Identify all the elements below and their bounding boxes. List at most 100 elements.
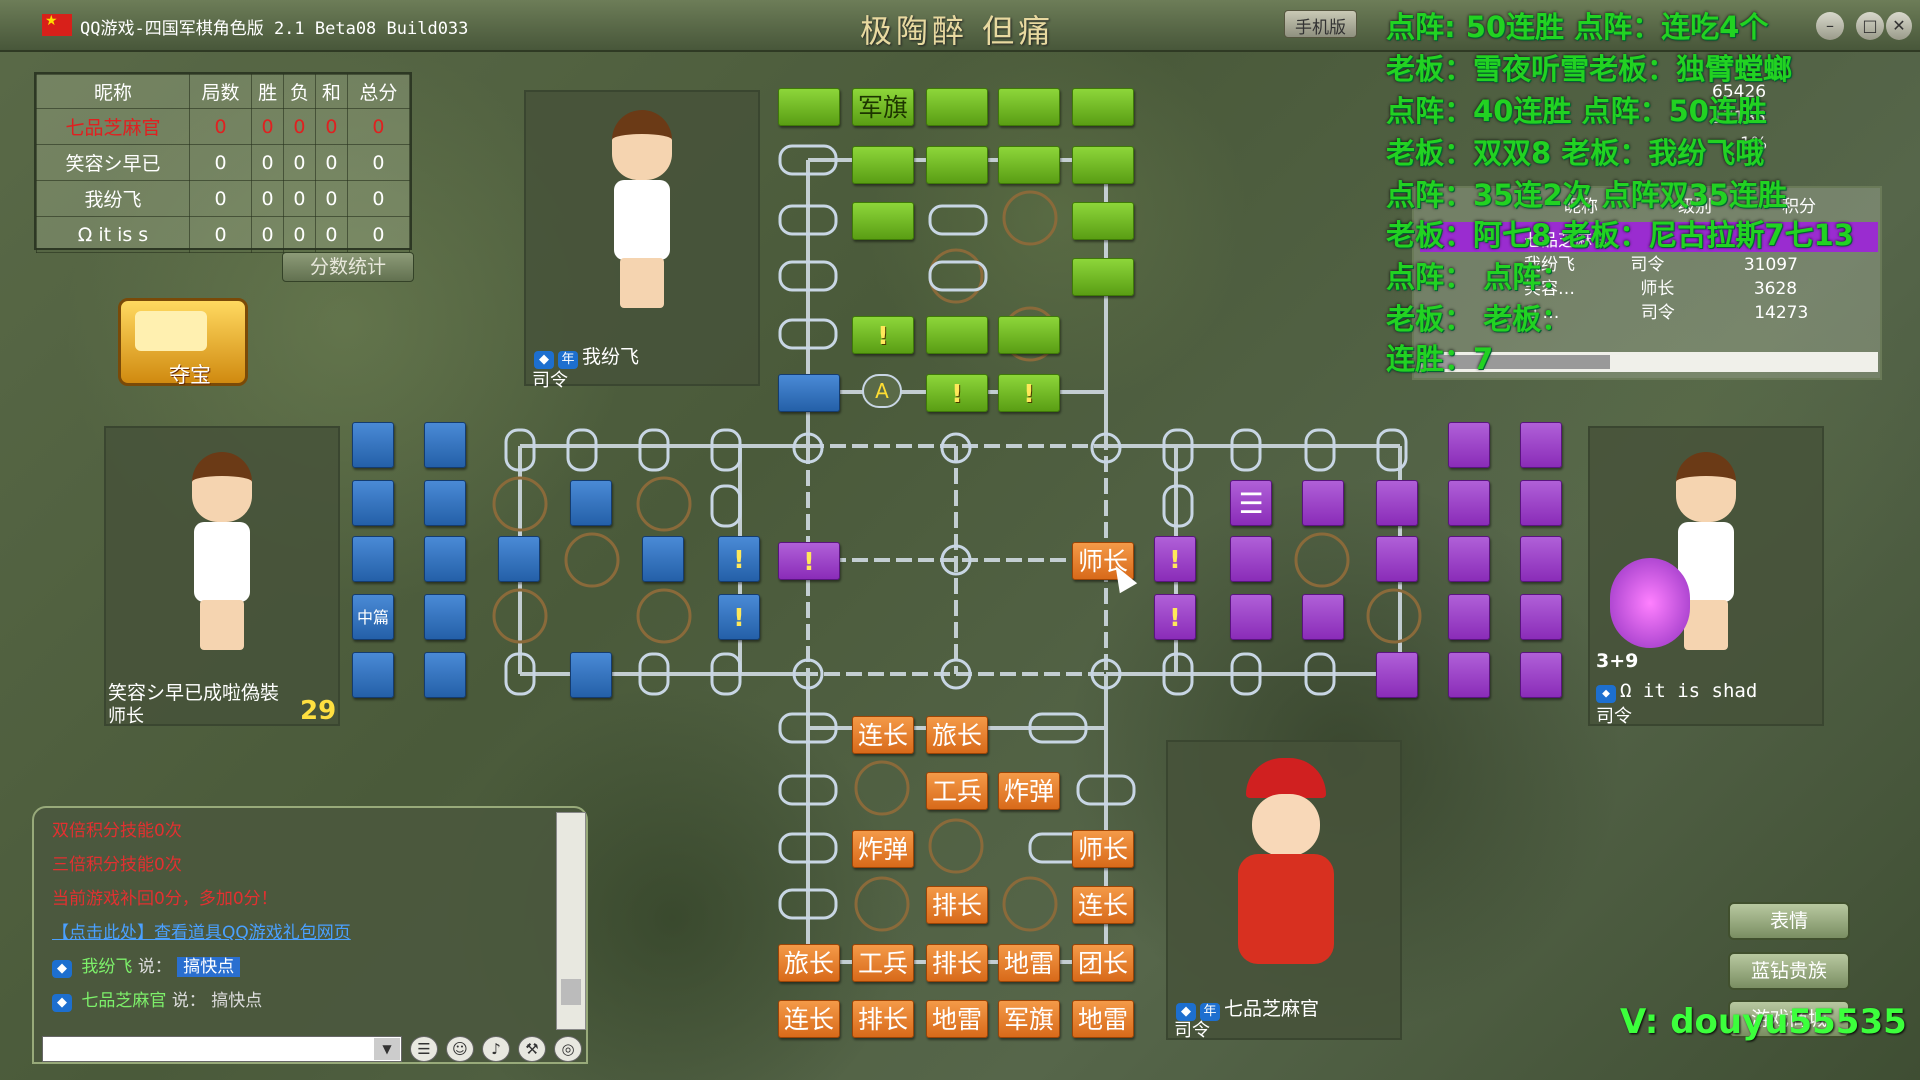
green-piece-marked[interactable]: !: [852, 316, 914, 354]
blue-piece-labeled[interactable]: 中篇: [352, 594, 394, 640]
green-piece[interactable]: [998, 316, 1060, 354]
green-piece[interactable]: [1072, 202, 1134, 240]
blue-piece[interactable]: [424, 594, 466, 640]
purple-piece[interactable]: [1376, 480, 1418, 526]
overlay-line: 老板：双双8 老板：我纷飞哦: [1386, 136, 1765, 170]
orange-piece[interactable]: 地雷: [1072, 1000, 1134, 1038]
purple-piece[interactable]: [1520, 536, 1562, 582]
orange-piece[interactable]: 连长: [778, 1000, 840, 1038]
blue-piece-marked[interactable]: !: [718, 536, 760, 582]
orange-piece[interactable]: 排长: [926, 886, 988, 924]
purple-piece[interactable]: [1520, 422, 1562, 468]
orange-piece[interactable]: 旅长: [926, 716, 988, 754]
green-piece-marked[interactable]: !: [926, 374, 988, 412]
speech-bubble-icon[interactable]: ☰: [410, 1036, 438, 1062]
list-score: 3628: [1753, 279, 1798, 299]
orange-piece[interactable]: 地雷: [998, 944, 1060, 982]
chat-sender[interactable]: 我纷飞: [81, 957, 132, 977]
purple-piece[interactable]: [1448, 594, 1490, 640]
purple-piece-marked[interactable]: !: [1154, 536, 1196, 582]
blue-diamond-button[interactable]: 蓝钻贵族: [1728, 952, 1850, 990]
orange-piece[interactable]: 炸弹: [852, 830, 914, 868]
chat-says: 说：: [137, 957, 172, 977]
purple-piece[interactable]: [1230, 594, 1272, 640]
blue-piece[interactable]: [778, 374, 840, 412]
blue-piece[interactable]: [352, 536, 394, 582]
orange-piece[interactable]: 炸弹: [998, 772, 1060, 810]
green-piece-flag[interactable]: 军旗: [852, 88, 914, 126]
wrench-icon[interactable]: ⚒: [518, 1036, 546, 1062]
overlay-line: 连胜：7: [1386, 342, 1494, 376]
chat-sender[interactable]: 七品芝麻官: [81, 991, 166, 1011]
green-piece[interactable]: [998, 146, 1060, 184]
purple-piece-marked[interactable]: !: [1154, 594, 1196, 640]
green-piece[interactable]: [1072, 146, 1134, 184]
green-piece[interactable]: [1072, 258, 1134, 296]
chevron-down-icon[interactable]: ▼: [374, 1038, 400, 1060]
blue-piece[interactable]: [424, 652, 466, 698]
purple-piece[interactable]: [1448, 536, 1490, 582]
orange-piece[interactable]: 排长: [926, 944, 988, 982]
purple-piece[interactable]: [1302, 594, 1344, 640]
blue-piece[interactable]: [498, 536, 540, 582]
purple-piece[interactable]: [1230, 536, 1272, 582]
purple-piece[interactable]: [1448, 480, 1490, 526]
green-piece[interactable]: [1072, 88, 1134, 126]
orange-piece[interactable]: 连长: [852, 716, 914, 754]
blue-piece[interactable]: [352, 422, 394, 468]
chat-link[interactable]: 【点击此处】查看道具QQ游戏礼包网页: [52, 918, 351, 943]
overlay-line: 老板：阿七8 老板：尼古拉斯7七13: [1386, 218, 1854, 252]
purple-piece-marked[interactable]: !: [778, 542, 840, 580]
orange-piece[interactable]: 师长: [1072, 830, 1134, 868]
chat-message: ◆ 七品芝麻官 说： 搞快点: [52, 986, 262, 1012]
green-piece[interactable]: [926, 316, 988, 354]
orange-piece[interactable]: 团长: [1072, 944, 1134, 982]
chat-text: 搞快点: [211, 991, 263, 1011]
purple-piece[interactable]: [1448, 422, 1490, 468]
purple-piece-menu[interactable]: ☰: [1230, 480, 1272, 526]
green-piece[interactable]: [778, 88, 840, 126]
purple-piece[interactable]: [1376, 536, 1418, 582]
overlay-line: 点阵：40连胜 点阵：50连胜: [1386, 94, 1767, 128]
chat-says: 说：: [171, 991, 206, 1011]
purple-piece[interactable]: [1376, 652, 1418, 698]
overlay-line: 点阵：35连2次 点阵双35连胜: [1386, 178, 1787, 212]
scroll-thumb[interactable]: [561, 979, 581, 1005]
green-piece[interactable]: [852, 202, 914, 240]
orange-piece[interactable]: 排长: [852, 1000, 914, 1038]
green-piece[interactable]: [926, 88, 988, 126]
blue-piece[interactable]: [570, 480, 612, 526]
game-window: QQ游戏-四国军棋角色版 2.1 Beta08 Build033 极陶醉 但痛 …: [0, 0, 1920, 1080]
emoji-button[interactable]: 表情: [1728, 902, 1850, 940]
list-rank: 司令: [1640, 303, 1675, 323]
purple-piece[interactable]: [1302, 480, 1344, 526]
chat-scrollbar[interactable]: [556, 812, 586, 1030]
green-piece[interactable]: [852, 146, 914, 184]
orange-piece[interactable]: 连长: [1072, 886, 1134, 924]
orange-piece[interactable]: 工兵: [852, 944, 914, 982]
smiley-icon[interactable]: ☺: [446, 1036, 474, 1062]
orange-piece[interactable]: 地雷: [926, 1000, 988, 1038]
blue-piece[interactable]: [424, 536, 466, 582]
blue-piece[interactable]: [642, 536, 684, 582]
purple-piece[interactable]: [1520, 594, 1562, 640]
orange-piece[interactable]: 工兵: [926, 772, 988, 810]
blue-piece[interactable]: [352, 652, 394, 698]
blue-piece[interactable]: [424, 480, 466, 526]
speaker-icon[interactable]: ♪: [482, 1036, 510, 1062]
blue-piece[interactable]: [424, 422, 466, 468]
purple-piece[interactable]: [1520, 652, 1562, 698]
globe-icon[interactable]: ◎: [554, 1036, 582, 1062]
green-piece[interactable]: [926, 146, 988, 184]
blue-piece-marked[interactable]: !: [718, 594, 760, 640]
green-piece-marked[interactable]: !: [998, 374, 1060, 412]
list-score: 31097: [1743, 255, 1798, 275]
blue-piece[interactable]: [352, 480, 394, 526]
chat-input[interactable]: [42, 1036, 402, 1062]
purple-piece[interactable]: [1520, 480, 1562, 526]
orange-piece[interactable]: 旅长: [778, 944, 840, 982]
purple-piece[interactable]: [1448, 652, 1490, 698]
blue-piece[interactable]: [570, 652, 612, 698]
green-piece[interactable]: [998, 88, 1060, 126]
orange-piece[interactable]: 军旗: [998, 1000, 1060, 1038]
